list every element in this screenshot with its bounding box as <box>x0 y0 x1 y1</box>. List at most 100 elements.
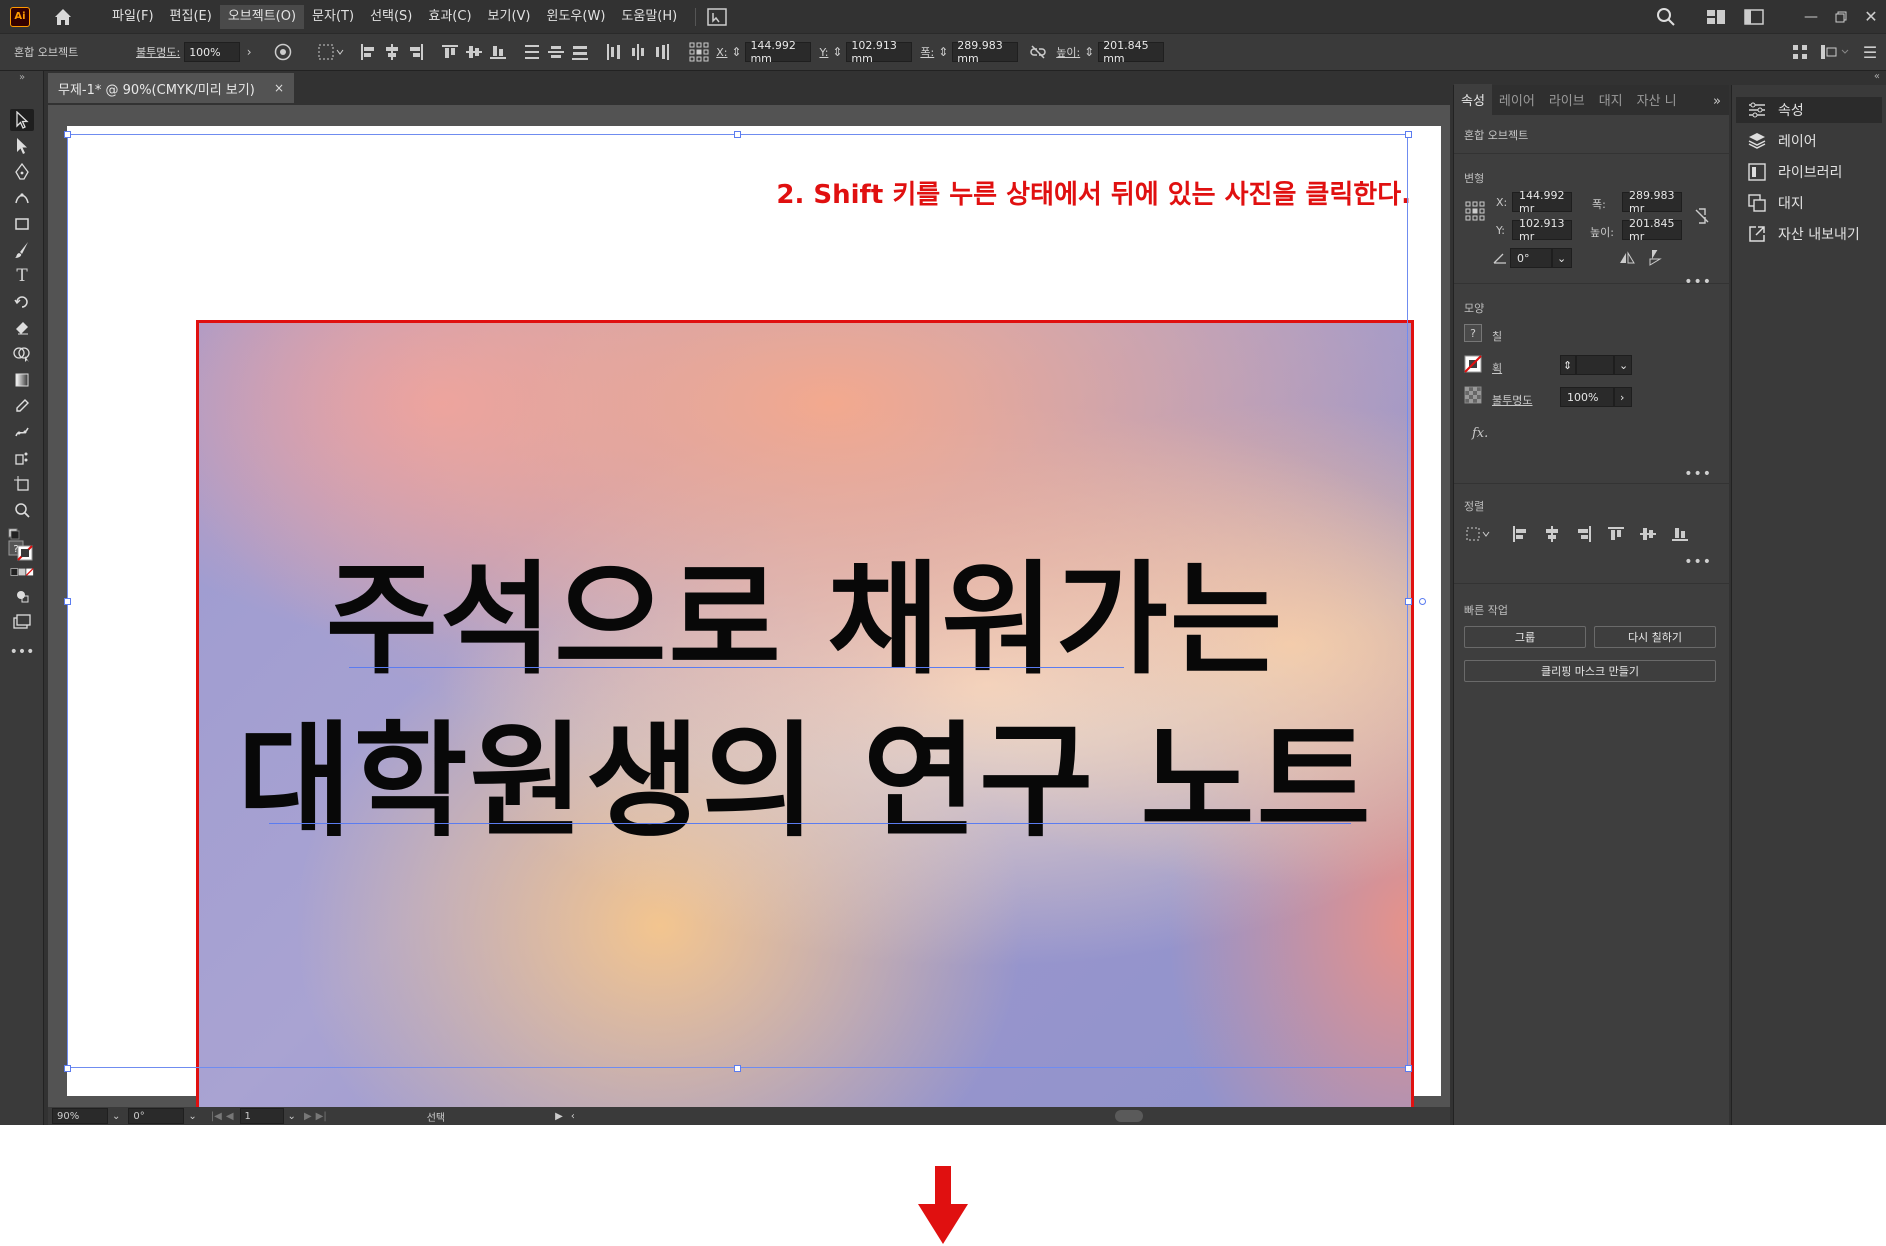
panel-collapse-icon[interactable]: » <box>10 71 34 83</box>
paintbrush-tool-icon[interactable] <box>10 239 34 261</box>
dock-item-asset-export[interactable]: 자산 내보내기 <box>1736 221 1882 247</box>
document-tab[interactable]: 무제-1* @ 90%(CMYK/미리 보기) × <box>48 73 294 103</box>
dock-collapse-icon[interactable]: « <box>1874 71 1880 82</box>
reference-point-icon[interactable] <box>688 41 710 63</box>
rotation-field[interactable]: 0° <box>128 1108 185 1124</box>
constrain-proportions-icon[interactable] <box>1028 42 1048 62</box>
menu-window[interactable]: 윈도우(W) <box>539 5 614 29</box>
fill-swatch-icon[interactable]: ? <box>1464 324 1482 342</box>
menu-type[interactable]: 문자(T) <box>304 5 362 29</box>
selection-handle-tr[interactable] <box>1405 131 1412 138</box>
reference-point-grid-icon[interactable] <box>1464 200 1486 222</box>
selection-handle-tc[interactable] <box>734 131 741 138</box>
gradient-tool-icon[interactable] <box>10 369 34 391</box>
distribute-hcenter-icon[interactable] <box>628 42 648 62</box>
direct-selection-tool-icon[interactable] <box>10 135 34 157</box>
next-artboard-icon[interactable]: ▶ <box>304 1111 312 1122</box>
opacity-field[interactable]: 100% <box>184 42 241 62</box>
distribute-top-icon[interactable] <box>522 42 542 62</box>
stroke-weight-stepper[interactable]: ⇕ <box>1560 355 1576 375</box>
tab-layers[interactable]: 레이어 <box>1492 90 1542 115</box>
distribute-bottom-icon[interactable] <box>570 42 590 62</box>
recolor-artwork-icon[interactable] <box>272 41 294 63</box>
panel-align-hcenter-icon[interactable] <box>1542 524 1562 544</box>
fill-stroke-swatch-icon[interactable]: ? <box>7 527 37 561</box>
last-artboard-icon[interactable]: ▶| <box>316 1111 327 1122</box>
menu-edit[interactable]: 편집(E) <box>162 5 220 29</box>
link-proportions-icon[interactable] <box>1692 206 1712 226</box>
first-artboard-icon[interactable]: |◀ <box>211 1111 222 1122</box>
tab-artboards[interactable]: 대지 <box>1592 90 1630 115</box>
panel-width-field[interactable]: 289.983 mr <box>1622 189 1682 215</box>
stroke-weight-field[interactable] <box>1576 355 1614 375</box>
align-bottom-icon[interactable] <box>488 42 508 62</box>
screen-mode-icon[interactable] <box>10 611 34 633</box>
panel-align-to-icon[interactable] <box>1464 524 1494 544</box>
canvas-area[interactable]: 2. Shift 키를 누른 상태에서 뒤에 있는 사진을 클릭한다. 주석으로… <box>48 105 1450 1107</box>
align-more-icon[interactable]: ••• <box>1684 554 1712 570</box>
transform-options-icon[interactable] <box>1790 42 1810 62</box>
opacity-label[interactable]: 불투명도: <box>136 44 180 60</box>
rotate-tool-icon[interactable] <box>10 291 34 313</box>
panel-y-field[interactable]: 102.913 mr <box>1512 217 1572 243</box>
selection-handle-tl[interactable] <box>64 131 71 138</box>
dock-item-libraries[interactable]: 라이브러리 <box>1736 159 1882 185</box>
height-stepper-icon[interactable]: ⇕ <box>1080 42 1098 62</box>
color-mode-icon[interactable] <box>10 565 34 579</box>
align-hcenter-icon[interactable] <box>382 42 402 62</box>
flip-horizontal-icon[interactable] <box>1618 250 1636 266</box>
panel-angle-field[interactable]: 0° <box>1510 248 1552 268</box>
width-stepper-icon[interactable]: ⇕ <box>934 42 952 62</box>
x-stepper-icon[interactable]: ⇕ <box>727 42 745 62</box>
dock-item-layers[interactable]: 레이어 <box>1736 128 1882 154</box>
menu-help[interactable]: 도움말(H) <box>613 5 685 29</box>
panel-x-field[interactable]: 144.992 mr <box>1512 189 1572 215</box>
align-vcenter-icon[interactable] <box>464 42 484 62</box>
width-field[interactable]: 289.983 mm <box>952 39 1019 65</box>
panel-height-field[interactable]: 201.845 mr <box>1622 217 1682 243</box>
make-clipping-mask-button[interactable]: 클리핑 마스크 만들기 <box>1464 660 1716 682</box>
tab-properties[interactable]: 속성 <box>1454 84 1492 115</box>
align-right-icon[interactable] <box>406 42 426 62</box>
menu-view[interactable]: 보기(V) <box>480 5 539 29</box>
artboard-number-field[interactable]: 1 <box>239 1108 284 1124</box>
selection-tool-icon[interactable] <box>10 109 34 131</box>
shape-builder-tool-icon[interactable] <box>10 343 34 365</box>
x-field[interactable]: 144.992 mm <box>745 39 812 65</box>
panel-expand-icon[interactable]: » <box>1713 94 1721 115</box>
opacity-expand-icon[interactable]: › <box>240 42 258 62</box>
align-to-selection-icon[interactable] <box>316 41 346 63</box>
panel-opacity-expand[interactable]: › <box>1614 387 1632 407</box>
selection-handle-bc[interactable] <box>734 1065 741 1072</box>
puppet-warp-tool-icon[interactable] <box>10 421 34 443</box>
y-field[interactable]: 102.913 mm <box>846 39 913 65</box>
artboard-tool-icon[interactable] <box>10 473 34 495</box>
artboard-dropdown-icon[interactable]: ⌄ <box>288 1111 296 1122</box>
draw-mode-icon[interactable] <box>10 585 34 607</box>
search-icon[interactable] <box>1654 5 1678 29</box>
eyedropper-tool-icon[interactable] <box>10 395 34 417</box>
panel-align-top-icon[interactable] <box>1606 524 1626 544</box>
isolate-icon[interactable] <box>1818 42 1852 62</box>
panel-opacity-label[interactable]: 불투명도 <box>1492 392 1532 408</box>
horizontal-scrollbar-thumb[interactable] <box>1114 1110 1143 1122</box>
menu-file[interactable]: 파일(F) <box>104 5 162 29</box>
opacity-checker-icon[interactable] <box>1464 386 1482 404</box>
distribute-left-icon[interactable] <box>604 42 624 62</box>
panel-layout-icon[interactable] <box>1742 7 1766 27</box>
flip-vertical-icon[interactable] <box>1646 250 1664 266</box>
prev-artboard-icon[interactable]: ◀ <box>226 1111 234 1122</box>
zoom-dropdown-icon[interactable]: ⌄ <box>112 1111 120 1122</box>
pen-tool-icon[interactable] <box>10 161 34 183</box>
stroke-weight-dropdown[interactable]: ⌄ <box>1614 355 1632 375</box>
panel-align-right-icon[interactable] <box>1574 524 1594 544</box>
status-menu-icon[interactable]: ▶ <box>555 1111 563 1122</box>
menu-effect[interactable]: 효과(C) <box>420 5 479 29</box>
stroke-swatch-icon[interactable] <box>1464 355 1482 373</box>
scroll-left-icon[interactable]: ‹ <box>571 1111 575 1122</box>
align-top-icon[interactable] <box>440 42 460 62</box>
panel-align-vcenter-icon[interactable] <box>1638 524 1658 544</box>
type-tool-icon[interactable]: T <box>10 265 34 287</box>
artboard[interactable]: 2. Shift 키를 누른 상태에서 뒤에 있는 사진을 클릭한다. 주석으로… <box>64 126 1441 1107</box>
align-left-icon[interactable] <box>358 42 378 62</box>
